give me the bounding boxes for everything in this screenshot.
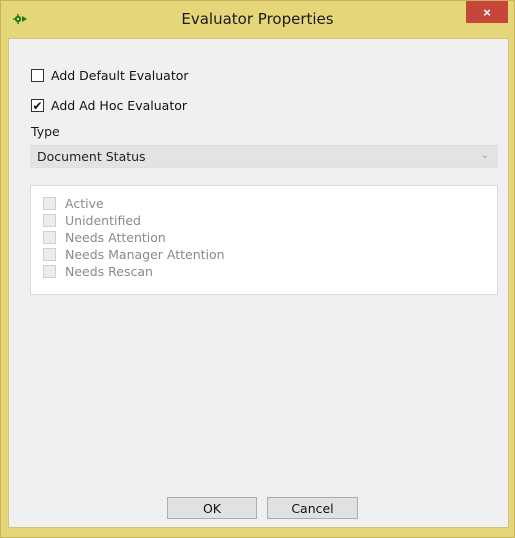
checkbox-label: Add Default Evaluator bbox=[51, 68, 189, 83]
checkbox-box bbox=[43, 265, 56, 278]
checkmark-icon: ✔ bbox=[32, 98, 43, 113]
status-item-needs-attention: Needs Attention bbox=[43, 230, 166, 245]
checkbox-box bbox=[43, 231, 56, 244]
checkbox-box bbox=[43, 214, 56, 227]
dialog-window: Evaluator Properties × Add Default Evalu… bbox=[0, 0, 515, 538]
checkbox-box[interactable] bbox=[31, 69, 44, 82]
type-label: Type bbox=[31, 124, 60, 139]
status-item-active: Active bbox=[43, 196, 104, 211]
status-item-label: Needs Attention bbox=[65, 230, 166, 245]
status-item-label: Active bbox=[65, 196, 104, 211]
status-item-label: Needs Rescan bbox=[65, 264, 153, 279]
type-dropdown[interactable]: Document Status ⌄ bbox=[30, 145, 498, 168]
status-item-label: Unidentified bbox=[65, 213, 141, 228]
status-item-needs-rescan: Needs Rescan bbox=[43, 264, 153, 279]
checkbox-box bbox=[43, 248, 56, 261]
status-item-label: Needs Manager Attention bbox=[65, 247, 225, 262]
add-default-evaluator-checkbox[interactable]: Add Default Evaluator bbox=[31, 68, 189, 83]
checkbox-box bbox=[43, 197, 56, 210]
status-item-needs-manager-attention: Needs Manager Attention bbox=[43, 247, 225, 262]
status-item-unidentified: Unidentified bbox=[43, 213, 141, 228]
checkbox-label: Add Ad Hoc Evaluator bbox=[51, 98, 188, 113]
chevron-down-icon: ⌄ bbox=[480, 150, 489, 161]
close-button[interactable]: × bbox=[466, 1, 508, 23]
dialog-title: Evaluator Properties bbox=[181, 10, 334, 28]
status-list: Active Unidentified Needs Attention Need… bbox=[30, 185, 498, 295]
title-bar[interactable]: Evaluator Properties × bbox=[1, 1, 514, 36]
checkbox-box[interactable]: ✔ bbox=[31, 99, 44, 112]
ok-button[interactable]: OK bbox=[167, 497, 257, 519]
dialog-content: Add Default Evaluator ✔ Add Ad Hoc Evalu… bbox=[8, 38, 509, 528]
close-icon: × bbox=[483, 4, 491, 20]
type-selected-value: Document Status bbox=[37, 149, 146, 164]
add-adhoc-evaluator-checkbox[interactable]: ✔ Add Ad Hoc Evaluator bbox=[31, 98, 187, 113]
cancel-button[interactable]: Cancel bbox=[267, 497, 358, 519]
